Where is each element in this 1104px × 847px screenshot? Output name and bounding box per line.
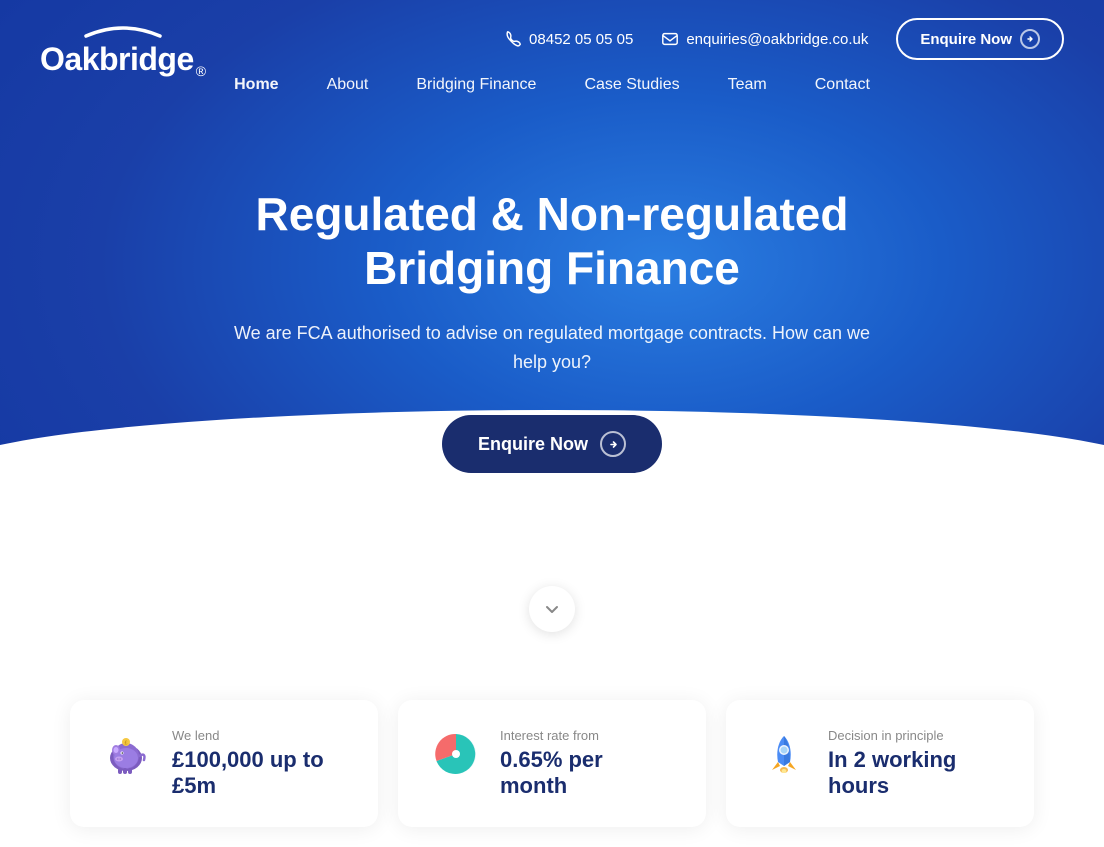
nav-bridging-finance[interactable]: Bridging Finance xyxy=(416,76,536,94)
logo-wordmark: Oakbridge® xyxy=(40,41,206,78)
hero-content: Regulated & Non-regulated Bridging Finan… xyxy=(202,187,902,473)
nav-contact[interactable]: Contact xyxy=(815,76,870,94)
phone-link[interactable]: 08452 05 05 05 xyxy=(504,30,633,48)
stat-card-decision: Decision in principle In 2 working hours xyxy=(726,700,1034,827)
nav-team[interactable]: Team xyxy=(728,76,767,94)
scroll-down-button[interactable] xyxy=(529,586,575,632)
email-icon xyxy=(661,30,679,48)
logo[interactable]: Oakbridge® xyxy=(40,18,206,78)
stat-interest-text: Interest rate from 0.65% per month xyxy=(500,728,674,799)
phone-icon xyxy=(504,30,522,48)
nav-home[interactable]: Home xyxy=(234,76,278,94)
nav-case-studies[interactable]: Case Studies xyxy=(584,76,679,94)
stat-card-lending: £ We lend £100,000 up to £5m xyxy=(70,700,378,827)
enquire-arrow-icon xyxy=(1020,29,1040,49)
chevron-down-icon xyxy=(542,599,562,619)
rocket-icon xyxy=(758,728,810,785)
site-header: Oakbridge® 08452 05 05 05 enquiries@oakb… xyxy=(0,0,1104,106)
hero-subtitle: We are FCA authorised to advise on regul… xyxy=(222,319,882,377)
enquire-now-button-header[interactable]: Enquire Now xyxy=(896,18,1064,60)
stat-card-interest: Interest rate from 0.65% per month xyxy=(398,700,706,827)
enquire-now-button-hero[interactable]: Enquire Now xyxy=(442,415,662,473)
pie-chart-icon xyxy=(430,728,482,785)
enquire-hero-arrow-icon xyxy=(600,431,626,457)
hero-title: Regulated & Non-regulated Bridging Finan… xyxy=(222,187,882,296)
nav-about[interactable]: About xyxy=(327,76,369,94)
stat-lending-text: We lend £100,000 up to £5m xyxy=(172,728,346,799)
piggy-bank-icon: £ xyxy=(102,728,154,785)
email-link[interactable]: enquiries@oakbridge.co.uk xyxy=(661,30,868,48)
stat-decision-text: Decision in principle In 2 working hours xyxy=(828,728,1002,799)
stats-section: £ We lend £100,000 up to £5m xyxy=(0,660,1104,847)
svg-text:£: £ xyxy=(124,741,127,747)
